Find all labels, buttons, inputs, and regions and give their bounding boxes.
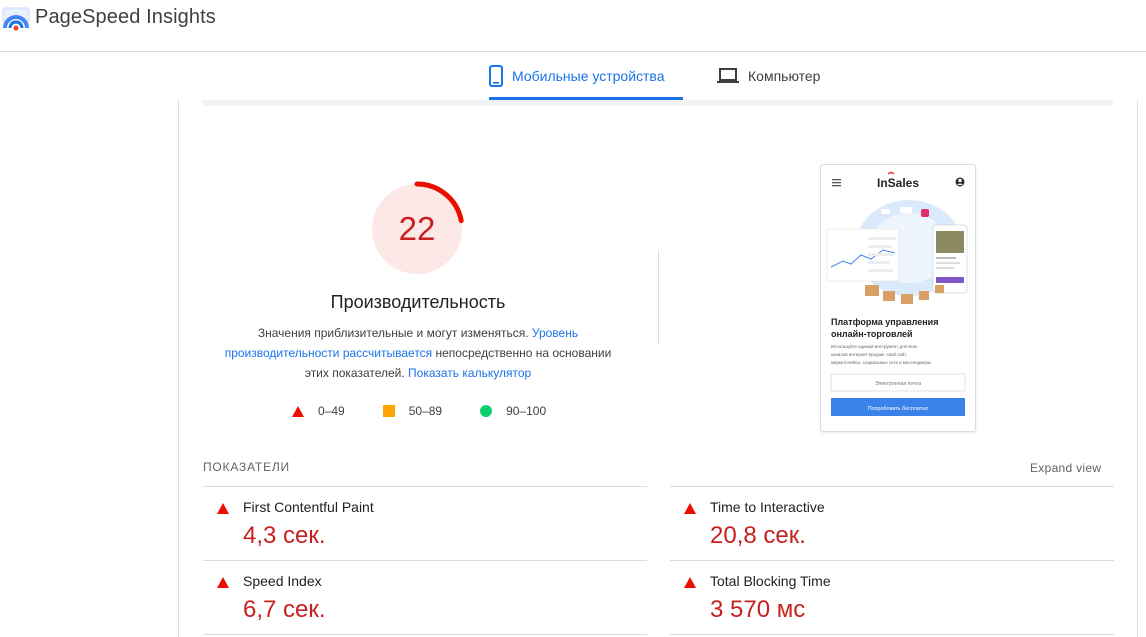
expand-view-toggle[interactable]: Expand view [1030,461,1101,475]
screenshot-cta-label: Попробовать бесплатно [868,406,928,412]
metric-time-to-interactive[interactable]: Time to Interactive 20,8 сек. [670,486,1114,560]
legend-label-fail: 0–49 [318,404,345,418]
metric-label: Speed Index [243,573,322,589]
fail-triangle-icon [292,405,304,417]
legend-item-pass: 90–100 [480,404,546,418]
app-title[interactable]: PageSpeed Insights [35,6,216,29]
screenshot-sub-3: маркетплейсы, социальные сети и мессендж… [831,360,931,365]
pass-circle-icon [480,405,493,417]
smartphone-icon [489,65,503,87]
device-tabs: Мобильные устройства Компьютер [0,52,1146,100]
metric-value: 3 570 мс [710,596,806,623]
metric-value: 20,8 сек. [710,522,806,549]
fail-triangle-icon [217,577,229,588]
content-frame-right [1137,100,1138,637]
screenshot-heading-1: Платформа управления [831,317,938,327]
metric-row-divider-right [670,634,1114,635]
metric-label: Time to Interactive [710,499,825,515]
insales-logo-icon: InSales [877,171,919,190]
laptop-icon [717,68,739,84]
legend-item-average: 50–89 [382,404,443,418]
performance-score: 22 [398,210,436,247]
tab-mobile[interactable]: Мобильные устройства [489,52,665,100]
show-calculator-link[interactable]: Показать калькулятор [408,366,531,380]
final-screenshot[interactable]: InSales Платформа управления онлайн-торг… [820,164,976,432]
metric-label: Total Blocking Time [710,573,831,589]
fail-triangle-icon [684,503,696,514]
hamburger-menu-icon [832,179,841,187]
legend-label-average: 50–89 [408,404,443,418]
score-legend: 0–49 50–89 90–100 [292,403,546,419]
user-profile-icon [955,177,965,187]
hero-illustration [826,200,968,304]
metric-speed-index[interactable]: Speed Index 6,7 сек. [203,560,647,634]
fail-triangle-icon [684,577,696,588]
tab-desktop-label: Компьютер [748,68,821,84]
screenshot-sub-2: каналов интернет-продаж: свой сайт, [831,352,907,357]
screenshot-sub-1: Используйте единый инструмент для всех [831,344,918,349]
top-bar: PageSpeed Insights [0,0,1146,52]
tab-desktop[interactable]: Компьютер [717,52,820,100]
performance-description: Значения приблизительные и могут изменят… [213,323,623,383]
fail-triangle-icon [217,503,229,514]
metrics-section-title: ПОКАЗАТЕЛИ [203,460,290,474]
metric-label: First Contentful Paint [243,499,374,515]
insales-brand: InSales [877,176,919,190]
vertical-divider [658,250,659,345]
legend-label-pass: 90–100 [506,404,547,418]
content-frame-left [178,100,179,637]
metric-row-divider-left [203,634,647,635]
desc-text-1: Значения приблизительные и могут изменят… [257,326,532,340]
performance-title: Производительность [330,292,506,312]
metric-value: 6,7 сек. [243,596,326,623]
pagespeed-logo-icon[interactable] [2,6,30,32]
legend-item-fail: 0–49 [292,404,345,418]
average-square-icon [382,405,395,417]
screenshot-email-placeholder: Электронная почта [875,381,921,387]
section-separator [203,100,1113,106]
metric-total-blocking-time[interactable]: Total Blocking Time 3 570 мс [670,560,1114,634]
metric-value: 4,3 сек. [243,522,326,549]
tab-mobile-label: Мобильные устройства [512,68,665,84]
metric-first-contentful-paint[interactable]: First Contentful Paint 4,3 сек. [203,486,647,560]
screenshot-heading-2: онлайн-торговлей [831,329,913,339]
